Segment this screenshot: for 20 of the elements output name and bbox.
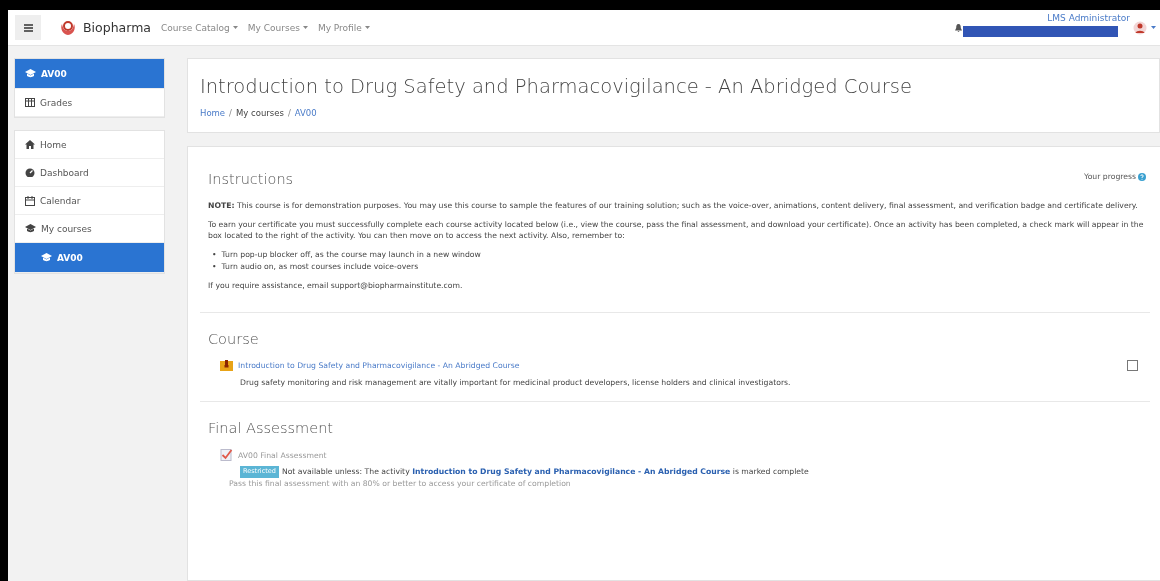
section-heading: Instructions bbox=[208, 170, 295, 189]
breadcrumb-link[interactable]: Home bbox=[200, 108, 226, 118]
sidebar-item[interactable]: Dashboard bbox=[15, 159, 164, 187]
sidebar-item[interactable]: AV00 bbox=[15, 59, 164, 89]
user-menu[interactable]: LMS Administrator bbox=[1047, 13, 1130, 23]
nav-menu[interactable]: Course Catalog bbox=[160, 22, 238, 33]
sidebar-item[interactable]: Grades bbox=[15, 89, 164, 117]
section-heading: Final Assessment bbox=[208, 419, 334, 439]
page-title: Introduction to Drug Safety and Pharmacovigilance - An Abridged Course bbox=[200, 75, 913, 98]
nav-menu[interactable]: My Profile bbox=[317, 22, 370, 33]
nav-menu[interactable]: My Courses bbox=[247, 22, 308, 33]
breadcrumb-separator: / bbox=[287, 108, 291, 118]
sidebar-item[interactable]: Home bbox=[15, 131, 164, 159]
section-heading: Course bbox=[208, 329, 260, 349]
sidebar-item[interactable]: Calendar bbox=[15, 187, 164, 215]
breadcrumb-separator: / bbox=[229, 108, 232, 118]
breadcrumb-item: My courses bbox=[236, 108, 284, 118]
breadcrumb-link[interactable]: AV00 bbox=[294, 108, 317, 118]
sidebar-item[interactable]: AV00 bbox=[15, 243, 164, 273]
brand-name[interactable]: Biopharma bbox=[83, 20, 151, 35]
